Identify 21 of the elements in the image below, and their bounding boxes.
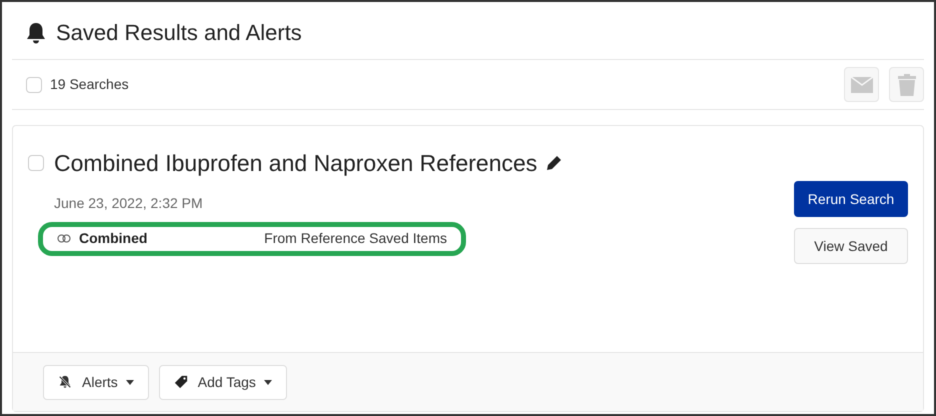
checkbox[interactable] <box>28 155 44 172</box>
search-title[interactable]: Combined Ibuprofen and Naproxen References <box>54 146 538 180</box>
search-source: From Reference Saved Items <box>264 229 447 248</box>
muted-bell-icon <box>58 375 72 389</box>
page-title: Saved Results and Alerts <box>56 19 302 47</box>
checkbox[interactable] <box>26 76 42 92</box>
caret-icon <box>126 380 134 384</box>
trash-icon <box>898 74 916 96</box>
add-tags-dropdown[interactable]: Add Tags <box>158 364 287 400</box>
search-date: June 23, 2022, 2:32 PM <box>54 194 203 212</box>
combined-rings-icon <box>57 234 71 243</box>
rerun-search-button[interactable]: Rerun Search <box>794 181 908 217</box>
tag-icon <box>174 375 188 389</box>
bell-icon <box>24 20 48 44</box>
envelope-icon <box>850 76 872 92</box>
search-type: Combined <box>79 229 148 248</box>
pencil-icon[interactable] <box>546 155 562 172</box>
view-saved-button[interactable]: View Saved <box>794 228 908 264</box>
alerts-dropdown[interactable]: Alerts <box>43 364 149 400</box>
search-count: 19 Searches <box>50 75 129 94</box>
caret-icon <box>264 380 272 384</box>
